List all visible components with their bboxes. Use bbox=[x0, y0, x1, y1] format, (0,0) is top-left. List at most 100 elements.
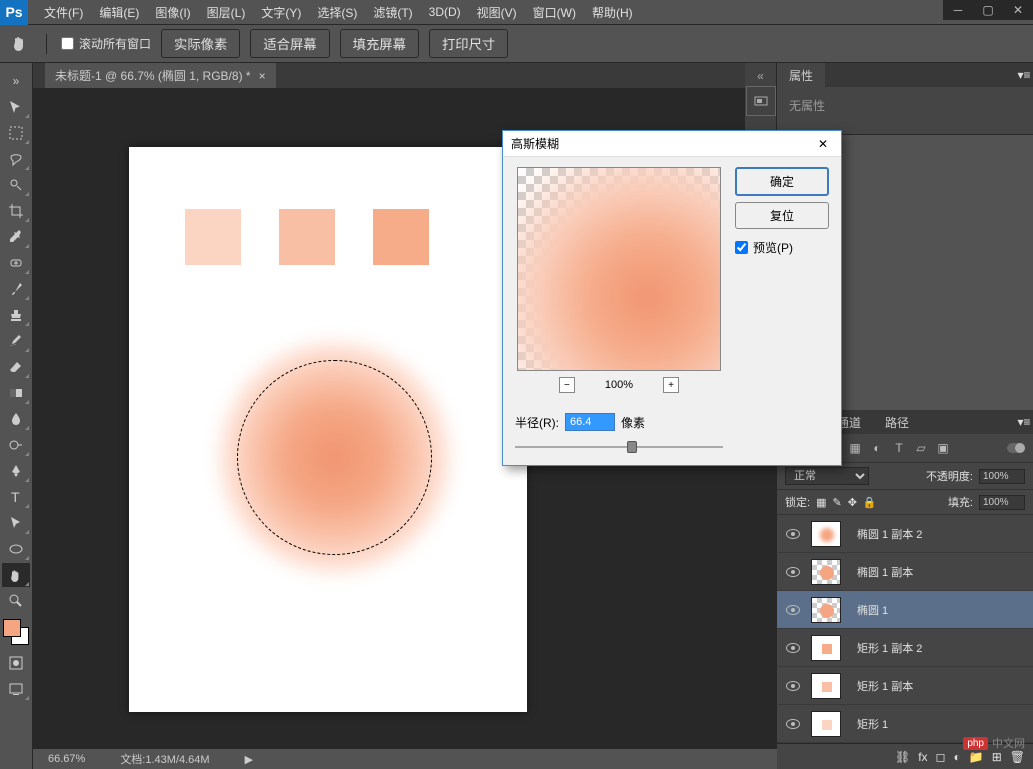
expand-toolbar-icon[interactable]: » bbox=[2, 69, 30, 93]
layer-row[interactable]: 椭圆 1 bbox=[777, 591, 1033, 629]
new-layer-icon[interactable]: ⊞ bbox=[992, 750, 1002, 764]
properties-tab[interactable]: 属性 bbox=[777, 63, 825, 88]
brush-tool[interactable] bbox=[2, 277, 30, 301]
layer-visibility-toggle[interactable] bbox=[781, 681, 805, 691]
menu-window[interactable]: 窗口(W) bbox=[525, 4, 584, 21]
scroll-all-input[interactable] bbox=[61, 37, 74, 50]
menu-select[interactable]: 选择(S) bbox=[309, 4, 365, 21]
dialog-close-button[interactable]: ✕ bbox=[813, 137, 833, 151]
close-window-button[interactable]: ✕ bbox=[1003, 0, 1033, 20]
slider-thumb[interactable] bbox=[627, 441, 637, 453]
layer-name[interactable]: 椭圆 1 bbox=[857, 602, 888, 618]
type-tool[interactable]: T bbox=[2, 485, 30, 509]
hand-tool-icon[interactable] bbox=[8, 32, 32, 56]
layer-thumb[interactable] bbox=[811, 559, 841, 585]
menu-file[interactable]: 文件(F) bbox=[36, 4, 91, 21]
lock-all-icon[interactable]: 🔒 bbox=[863, 496, 877, 509]
zoom-level[interactable]: 66.67% bbox=[48, 753, 85, 765]
layer-visibility-toggle[interactable] bbox=[781, 605, 805, 615]
menu-filter[interactable]: 滤镜(T) bbox=[365, 4, 420, 21]
zoom-in-button[interactable]: + bbox=[663, 377, 679, 393]
lasso-tool[interactable] bbox=[2, 147, 30, 171]
layer-name[interactable]: 椭圆 1 副本 bbox=[857, 564, 913, 580]
menu-type[interactable]: 文字(Y) bbox=[253, 4, 309, 21]
preview-checkbox-input[interactable] bbox=[735, 241, 748, 254]
opacity-input[interactable]: 100% bbox=[979, 469, 1025, 484]
filter-shape-icon[interactable]: ▱ bbox=[913, 440, 929, 456]
layer-name[interactable]: 矩形 1 副本 bbox=[857, 678, 913, 694]
status-arrow-icon[interactable]: ▶ bbox=[245, 753, 253, 766]
layer-thumb[interactable] bbox=[811, 635, 841, 661]
layer-visibility-toggle[interactable] bbox=[781, 529, 805, 539]
link-layers-icon[interactable]: ⛓ bbox=[895, 750, 910, 764]
dialog-title-bar[interactable]: 高斯模糊 ✕ bbox=[503, 131, 841, 157]
healing-tool[interactable] bbox=[2, 251, 30, 275]
dodge-tool[interactable] bbox=[2, 433, 30, 457]
filter-adjust-icon[interactable]: ◐ bbox=[869, 440, 885, 456]
layer-visibility-toggle[interactable] bbox=[781, 719, 805, 729]
move-tool[interactable] bbox=[2, 95, 30, 119]
crop-tool[interactable] bbox=[2, 199, 30, 223]
adjustment-layer-icon[interactable]: ◐ bbox=[954, 750, 961, 764]
layer-thumb[interactable] bbox=[811, 521, 841, 547]
foreground-color[interactable] bbox=[3, 619, 21, 637]
filter-toggle[interactable] bbox=[1007, 443, 1025, 453]
pen-tool[interactable] bbox=[2, 459, 30, 483]
lock-transparency-icon[interactable]: ▦ bbox=[816, 496, 826, 509]
layer-mask-icon[interactable]: ◻ bbox=[936, 750, 946, 764]
path-select-tool[interactable] bbox=[2, 511, 30, 535]
fit-screen-button[interactable]: 适合屏幕 bbox=[250, 29, 329, 58]
lock-paint-icon[interactable]: ✎ bbox=[832, 496, 841, 509]
layer-thumb[interactable] bbox=[811, 673, 841, 699]
document-tab[interactable]: 未标题-1 @ 66.7% (椭圆 1, RGB/8) * × bbox=[45, 63, 276, 88]
hand-tool[interactable] bbox=[2, 563, 30, 587]
gradient-tool[interactable] bbox=[2, 381, 30, 405]
menu-image[interactable]: 图像(I) bbox=[147, 4, 198, 21]
eyedropper-tool[interactable] bbox=[2, 225, 30, 249]
preview-box[interactable] bbox=[517, 167, 721, 371]
filter-smart-icon[interactable]: ▣ bbox=[935, 440, 951, 456]
radius-input[interactable] bbox=[565, 413, 615, 431]
print-size-button[interactable]: 打印尺寸 bbox=[429, 29, 508, 58]
collapsed-navigator-icon[interactable] bbox=[746, 86, 776, 116]
layer-visibility-toggle[interactable] bbox=[781, 643, 805, 653]
scroll-all-checkbox[interactable]: 滚动所有窗口 bbox=[61, 35, 151, 52]
blur-tool[interactable] bbox=[2, 407, 30, 431]
dock-collapse-icon[interactable]: « bbox=[745, 69, 776, 83]
layer-fx-icon[interactable]: fx bbox=[918, 750, 927, 764]
preview-checkbox[interactable]: 预览(P) bbox=[735, 239, 829, 256]
paths-tab[interactable]: 路径 bbox=[873, 410, 921, 435]
filter-pixel-icon[interactable]: ▦ bbox=[847, 440, 863, 456]
radius-slider[interactable] bbox=[515, 439, 723, 455]
menu-edit[interactable]: 编辑(E) bbox=[91, 4, 147, 21]
layer-thumb[interactable] bbox=[811, 597, 841, 623]
delete-layer-icon[interactable]: 🗑 bbox=[1010, 750, 1025, 764]
maximize-button[interactable]: ▢ bbox=[973, 0, 1003, 20]
marquee-tool[interactable] bbox=[2, 121, 30, 145]
layer-name[interactable]: 矩形 1 bbox=[857, 716, 888, 732]
layer-row[interactable]: 椭圆 1 副本 bbox=[777, 553, 1033, 591]
blend-mode-select[interactable]: 正常 bbox=[785, 467, 869, 485]
layer-visibility-toggle[interactable] bbox=[781, 567, 805, 577]
menu-3d[interactable]: 3D(D) bbox=[421, 5, 469, 19]
layer-name[interactable]: 矩形 1 副本 2 bbox=[857, 640, 922, 656]
menu-view[interactable]: 视图(V) bbox=[469, 4, 525, 21]
panel-menu-icon[interactable]: ▾≡ bbox=[1015, 68, 1033, 82]
layer-row[interactable]: 矩形 1 副本 bbox=[777, 667, 1033, 705]
stamp-tool[interactable] bbox=[2, 303, 30, 327]
menu-layer[interactable]: 图层(L) bbox=[199, 4, 254, 21]
document-info[interactable]: 文档:1.43M/4.64M bbox=[120, 751, 209, 767]
layers-panel-menu-icon[interactable]: ▾≡ bbox=[1015, 415, 1033, 429]
layer-group-icon[interactable]: 📁 bbox=[969, 750, 984, 764]
ok-button[interactable]: 确定 bbox=[735, 167, 829, 196]
layer-row[interactable]: 矩形 1 副本 2 bbox=[777, 629, 1033, 667]
filter-type-icon[interactable]: T bbox=[891, 440, 907, 456]
lock-position-icon[interactable]: ✥ bbox=[848, 496, 857, 509]
layer-name[interactable]: 椭圆 1 副本 2 bbox=[857, 526, 922, 542]
zoom-tool[interactable] bbox=[2, 589, 30, 613]
quick-select-tool[interactable] bbox=[2, 173, 30, 197]
close-tab-icon[interactable]: × bbox=[259, 69, 266, 83]
minimize-button[interactable]: ─ bbox=[943, 0, 973, 20]
layer-thumb[interactable] bbox=[811, 711, 841, 737]
screen-mode-toggle[interactable] bbox=[2, 677, 30, 701]
